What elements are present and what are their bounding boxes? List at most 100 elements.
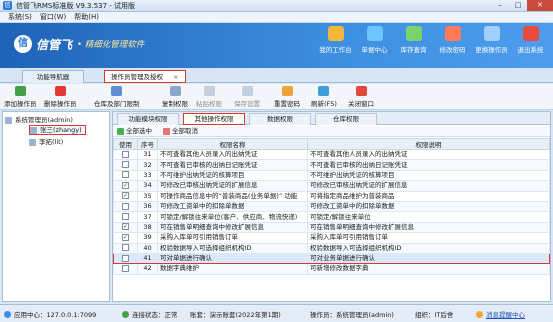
operator-tree-panel: 系统管理员(admin) 张三(zhangy) 李拓(lit) — [2, 111, 110, 302]
status-bar: 应用中心：127.0.0.1:7099 连接状态：正常 账套：演示账套(2022… — [0, 304, 553, 322]
button-label: 仓库及部门限制 — [94, 100, 140, 108]
column-header-no[interactable]: 序号 — [137, 138, 158, 150]
table-row[interactable]: ✓ 35 可操作商品信息中的“普装商品(业务单据)” 功能 可将指定商品维护为普装商品 — [113, 190, 550, 202]
nav-switch-operator[interactable]: 更换操作员 — [473, 26, 510, 54]
warehouse-dept-limit-button[interactable]: 仓库及部门限制 — [94, 86, 140, 108]
permission-desc: 不可查看已审核的出纳日记账凭证 — [307, 159, 550, 171]
column-header-use[interactable]: 使用 — [113, 138, 138, 150]
permission-subtabs: 功能模块权限 其他操作权限 数据权限 仓库权限 — [113, 112, 550, 125]
close-window-tool-button[interactable]: 关闭窗口 — [348, 86, 374, 108]
row-number: 42 — [137, 263, 158, 275]
table-row[interactable]: 42 数据字典维护 可新增修改数据字典 — [113, 263, 550, 275]
tree-item-zhangsan[interactable]: 张三(zhangy) — [29, 125, 86, 135]
tab-close-icon[interactable]: × — [173, 73, 178, 81]
menu-system[interactable]: 系统(S) — [8, 12, 32, 22]
unchecked-checkbox[interactable] — [122, 264, 129, 272]
nav-change-password[interactable]: 修改密码 — [434, 26, 471, 54]
delete-operator-button[interactable]: 删除操作员 — [44, 86, 77, 108]
table-row[interactable]: 36 可修改工资单中的扣除单数据 可修改工资单中的扣除单数据 — [113, 200, 550, 213]
permission-desc: 可新增修改数据字典 — [307, 263, 550, 275]
connected-icon — [122, 310, 129, 318]
nav-inventory-query[interactable]: 库存查询 — [395, 26, 432, 54]
copy-permission-button[interactable]: 复制权限 — [162, 86, 188, 108]
save-settings-button[interactable]: 保存设置 — [234, 86, 260, 108]
use-cell: ✓ — [113, 180, 138, 192]
copy-icon — [169, 86, 181, 96]
use-cell — [113, 159, 138, 171]
paste-icon — [203, 86, 215, 96]
message-center-link[interactable]: 消息提醒中心 — [476, 309, 525, 319]
status-org: 组织：IT后舍 — [415, 311, 454, 319]
menu-help[interactable]: 帮助(H) — [74, 12, 99, 22]
table-row[interactable]: ✓ 38 可在销售单明细查询中修改扩展信息 可在销售单明细查询中修改扩展信息 — [113, 221, 550, 234]
users-icon — [483, 26, 500, 41]
unchecked-checkbox[interactable] — [122, 244, 129, 252]
unchecked-checkbox[interactable] — [122, 213, 129, 221]
permission-desc: 权验数据导入可选择组织机构ID — [307, 242, 550, 254]
checked-checkbox[interactable]: ✓ — [122, 192, 129, 200]
status-operator: 操作员：系统管理员(admin) — [310, 311, 394, 319]
paste-permission-button[interactable]: 粘贴权限 — [196, 86, 222, 108]
unchecked-checkbox[interactable] — [122, 171, 129, 179]
add-operator-button[interactable]: 添加操作员 — [4, 86, 37, 108]
nav-my-workbench[interactable]: 我的工作台 — [317, 26, 354, 54]
permission-desc: 可在销售单明细查询中修改扩展信息 — [307, 221, 550, 234]
tab-module-permission[interactable]: 功能模块权限 — [117, 113, 179, 125]
table-row[interactable]: 40 权验数据导入可选择组织机构ID 权验数据导入可选择组织机构ID — [113, 242, 550, 254]
tab-warehouse-permission[interactable]: 仓库权限 — [315, 113, 377, 125]
checked-checkbox[interactable]: ✓ — [122, 233, 129, 241]
table-row[interactable]: 41 可对单据进行确认 可对业务单据进行确认 — [113, 252, 550, 265]
permission-name: 可操作商品信息中的“普装商品(业务单据)” 功能 — [157, 190, 308, 202]
use-cell — [113, 169, 138, 182]
permission-name: 不可维护出纳凭证的核算项目 — [157, 169, 308, 182]
table-row[interactable]: 37 可锁定/解锁往来单位(客户、供应商、物流快递) 可锁定/解锁往来单位 — [113, 211, 550, 223]
nav-document-center[interactable]: 单据中心 — [356, 26, 393, 54]
column-header-name[interactable]: 权限名称 — [157, 138, 308, 150]
button-label: 删除操作员 — [44, 100, 77, 108]
table-row[interactable]: 33 不可维护出纳凭证的核算项目 不可维护出纳凭证的核算项目 — [113, 169, 550, 182]
unchecked-checkbox[interactable] — [122, 161, 129, 169]
close-window-button[interactable]: ✕ — [527, 0, 553, 11]
document-tab-strip: 功能导航器 操作员管理及授权 × — [0, 68, 553, 83]
status-text: 连接状态：正常 — [132, 311, 178, 319]
tab-function-navigator[interactable]: 功能导航器 — [22, 70, 84, 83]
maximize-button[interactable]: □ — [509, 0, 527, 11]
refresh-icon — [318, 86, 330, 96]
tab-other-permission[interactable]: 其他操作权限 — [183, 113, 245, 125]
permission-desc: 采购入库单可引用销售订单 — [307, 232, 550, 244]
refresh-button[interactable]: 刷新(F5) — [311, 86, 337, 108]
unchecked-checkbox[interactable] — [122, 150, 129, 158]
checked-checkbox[interactable]: ✓ — [122, 181, 129, 189]
table-row[interactable]: ✓ 34 可修改已审核出纳凭证的扩展信息 可修改已审核出纳凭证的扩展信息 — [113, 180, 550, 192]
lock-icon — [444, 26, 461, 41]
document-center-icon — [366, 26, 383, 41]
user-icon — [29, 138, 36, 146]
tree-item-admin[interactable]: 系统管理员(admin) — [5, 115, 73, 125]
nav-label: 库存查询 — [400, 46, 427, 54]
unchecked-checkbox[interactable] — [122, 254, 129, 262]
save-icon — [241, 86, 253, 96]
reset-password-button[interactable]: 重置密码 — [274, 86, 300, 108]
table-row[interactable]: 32 不可查看已审核的出纳日记账凭证 不可查看已审核的出纳日记账凭证 — [113, 159, 550, 171]
nav-exit-system[interactable]: 退出系统 — [512, 26, 549, 54]
use-cell: ✓ — [113, 232, 138, 244]
cancel-all-button[interactable]: 全部取消 — [163, 127, 198, 136]
row-number: 39 — [137, 232, 158, 244]
table-row[interactable]: 31 不可查看其他人员录入的出纳凭证 不可查看其他人员录入的出纳凭证 — [113, 148, 550, 161]
column-header-desc[interactable]: 权限说明 — [307, 138, 550, 150]
tree-item-label: 李拓(lit) — [39, 138, 64, 146]
select-all-button[interactable]: 全部选中 — [117, 127, 152, 136]
tab-data-permission[interactable]: 数据权限 — [249, 113, 311, 125]
nav-label: 退出系统 — [517, 46, 544, 54]
menu-window[interactable]: 窗口(W) — [40, 12, 66, 22]
unchecked-checkbox[interactable] — [122, 202, 129, 210]
tree-item-lituo[interactable]: 李拓(lit) — [29, 137, 63, 147]
table-row[interactable]: ✓ 39 采购入库单可引用销售订单 采购入库单可引用销售订单 — [113, 232, 550, 244]
row-number: 38 — [137, 221, 158, 234]
tab-operator-management[interactable]: 操作员管理及授权 × — [104, 70, 186, 83]
minimize-button[interactable]: – — [491, 0, 509, 11]
nav-label: 更换操作员 — [475, 46, 508, 54]
checked-checkbox[interactable]: ✓ — [122, 223, 129, 231]
server-icon — [4, 310, 11, 318]
button-label: 复制权限 — [162, 100, 188, 108]
